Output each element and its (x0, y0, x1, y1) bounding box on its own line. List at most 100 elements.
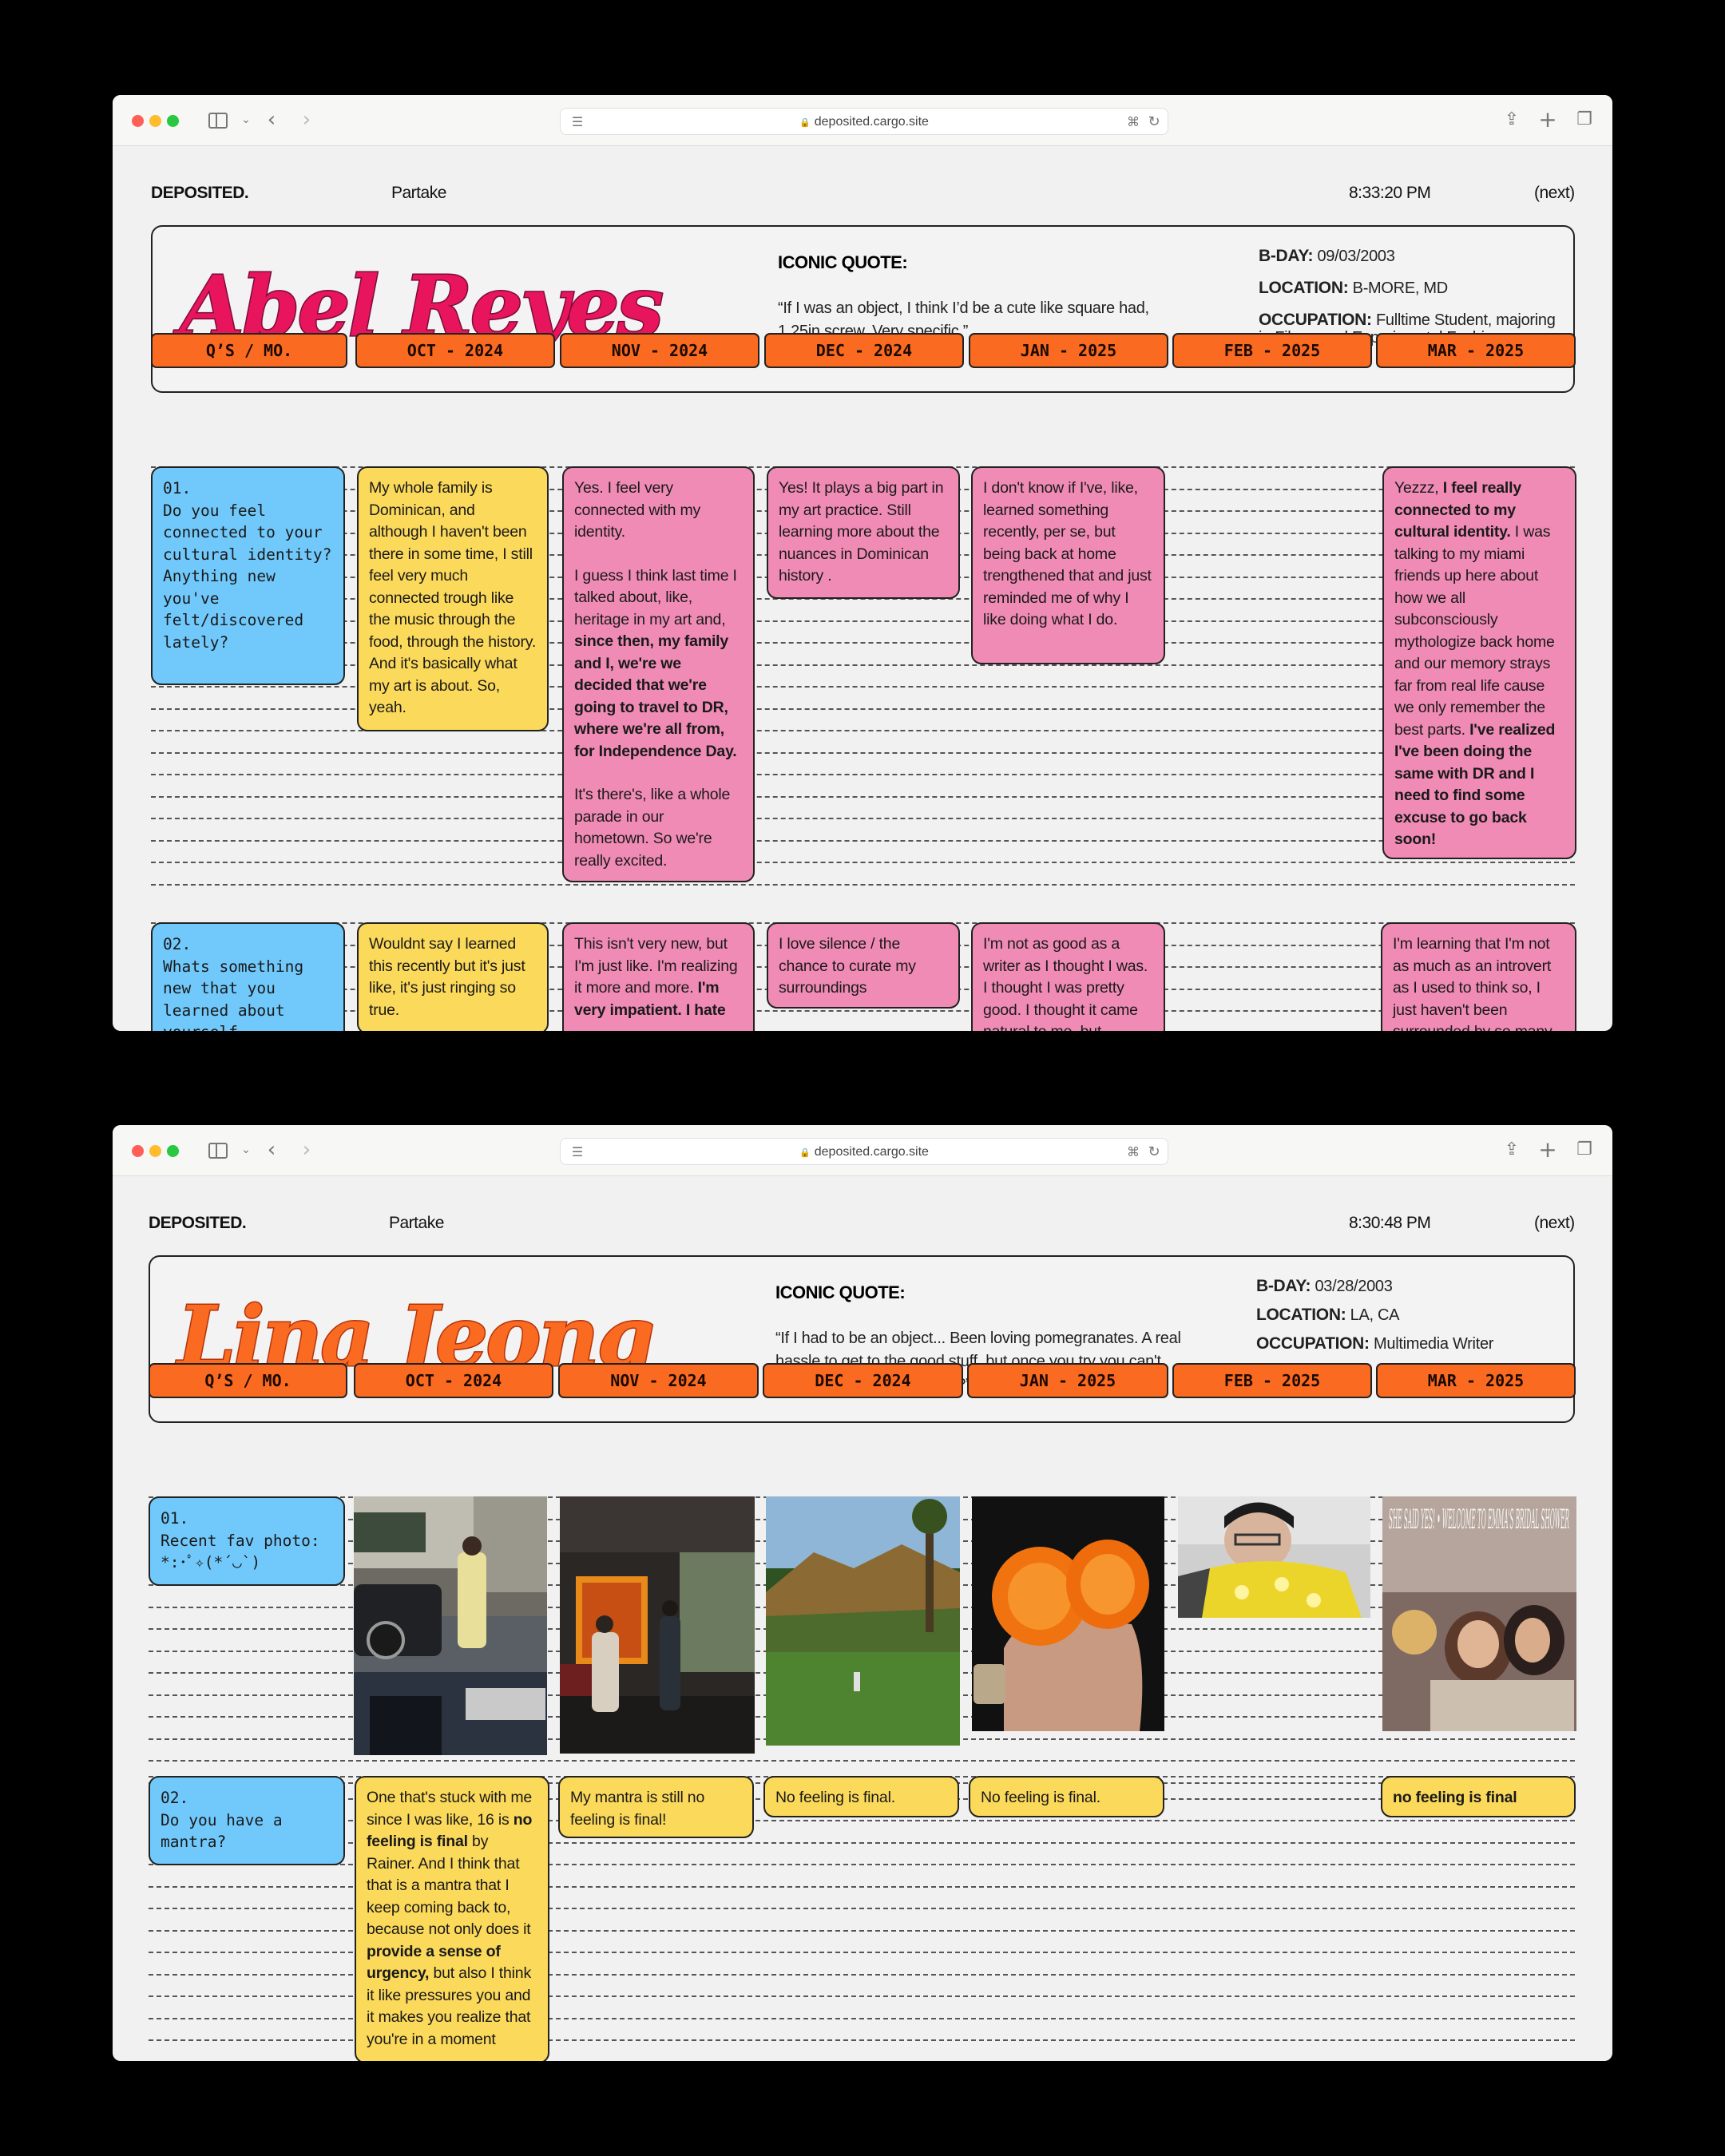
dashed-rule (151, 883, 1575, 886)
back-arrow-icon[interactable]: ‹ (258, 1137, 285, 1163)
occupation-label: OCCUPATION: (1259, 311, 1372, 329)
answer-nov-paragraph-3: It's there's, like a whole parade in our… (574, 786, 731, 870)
minimize-window-button[interactable] (149, 115, 161, 127)
forward-arrow-icon[interactable]: › (293, 107, 320, 133)
photo-mar-caption: SHE SAID YES! • WELCOME TO EMMA'S BRIDAL… (1389, 1504, 1569, 1536)
new-tab-icon[interactable]: + (1534, 1137, 1561, 1163)
dashed-rule (151, 839, 1575, 842)
month-header-questions: Q’S / MO. (149, 1363, 347, 1398)
dashed-rule (151, 795, 1575, 798)
answer-mar-text-2: I was talking to my miami friends up her… (1394, 523, 1555, 739)
question-card-02: 02. Do you have a mantra? (149, 1776, 345, 1865)
answer-card-oct: My whole family is Dominican, and althou… (357, 466, 549, 731)
close-window-button[interactable] (132, 115, 144, 127)
bday-value: 09/03/2003 (1317, 248, 1395, 265)
dashed-rule (151, 774, 1575, 775)
photo-dec-golf-course[interactable] (766, 1496, 960, 1746)
month-header-dec: DEC - 2024 (763, 1363, 963, 1398)
answer-card-mar: no feeling is final (1381, 1776, 1576, 1817)
minimize-window-button[interactable] (149, 1145, 161, 1157)
next-link[interactable]: (next) (1534, 184, 1575, 203)
browser-window-lina: ⌄ ‹ › ☰ deposited.cargo.site ⌘ ↻ ⇪ + ❐ D… (113, 1125, 1612, 2061)
chevron-down-icon[interactable]: ⌄ (232, 107, 260, 133)
occupation-label: OCCUPATION: (1256, 1334, 1370, 1353)
quote-label: ICONIC QUOTE: (775, 1282, 906, 1302)
dashed-rule (151, 862, 1575, 863)
answer-mar-text-1: Yezzz, (1394, 479, 1443, 497)
photo-feb-lemon-selfie[interactable] (1178, 1496, 1370, 1618)
address-bar[interactable]: ☰ deposited.cargo.site ⌘ ↻ (560, 108, 1168, 135)
share-icon[interactable]: ⇪ (1498, 107, 1525, 133)
site-logo[interactable]: DEPOSITED. (149, 1214, 247, 1233)
answer-nov-text: I guess I think last time I talked about… (574, 566, 737, 628)
browser-toolbar: ⌄ ‹ › ☰ deposited.cargo.site ⌘ ↻ ⇪ + ❐ (113, 1125, 1612, 1176)
answer-card-nov: Yes. I feel very connected with my ident… (562, 466, 755, 882)
question-card-02: 02. Whats something new that you learned… (151, 922, 345, 1031)
address-bar[interactable]: ☰ deposited.cargo.site ⌘ ↻ (560, 1138, 1168, 1165)
browser-toolbar: ⌄ ‹ › ☰ deposited.cargo.site ⌘ ↻ ⇪ + ❐ (113, 95, 1612, 146)
answer-nov-paragraph-1: Yes. I feel very connected with my ident… (574, 479, 701, 541)
reload-icon[interactable]: ↻ (1140, 1139, 1168, 1164)
nav-partake[interactable]: Partake (389, 1214, 444, 1233)
dashed-rule (151, 751, 1575, 754)
month-header-nov: NOV - 2024 (560, 333, 759, 368)
answer-card-dec-q2: I love silence / the chance to curate my… (767, 922, 960, 1009)
photo-nov-gallery[interactable] (560, 1496, 755, 1754)
location-value: B-MORE, MD (1352, 279, 1449, 297)
reload-icon[interactable]: ↻ (1140, 109, 1168, 134)
photo-oct-vintage-car[interactable] (354, 1496, 547, 1755)
answer-nov-highlight: since then, my family and I, we're we de… (574, 632, 737, 760)
month-header-jan: JAN - 2025 (969, 333, 1168, 368)
bday-label: B-DAY: (1259, 247, 1314, 265)
sidebar-toggle-icon[interactable] (208, 1143, 228, 1159)
answer-card-mar: Yezzz, I feel really connected to my cul… (1382, 466, 1576, 859)
tab-overview-icon[interactable]: ❐ (1571, 1137, 1598, 1163)
month-header-nov: NOV - 2024 (558, 1363, 759, 1398)
url-text: deposited.cargo.site (561, 109, 1168, 136)
site-logo[interactable]: DEPOSITED. (151, 184, 249, 203)
chevron-down-icon[interactable]: ⌄ (232, 1137, 260, 1163)
month-header-oct: OCT - 2024 (354, 1363, 553, 1398)
location-label: LOCATION: (1256, 1306, 1346, 1324)
month-header-mar: MAR - 2025 (1376, 333, 1576, 368)
sidebar-toggle-icon[interactable] (208, 113, 228, 129)
location-value: LA, CA (1350, 1306, 1400, 1324)
next-link[interactable]: (next) (1534, 1214, 1575, 1233)
tab-overview-icon[interactable]: ❐ (1571, 107, 1598, 133)
month-header-feb: FEB - 2025 (1172, 333, 1372, 368)
answer-card-oct: One that's stuck with me since I was lik… (355, 1776, 549, 2061)
clock: 8:30:48 PM (1349, 1214, 1431, 1232)
question-card-01: 01. Recent fav photo: *:･ﾟ✧(*´◡`) (149, 1496, 345, 1586)
photo-mar-party-mirror[interactable]: SHE SAID YES! • WELCOME TO EMMA'S BRIDAL… (1382, 1496, 1576, 1731)
close-window-button[interactable] (132, 1145, 144, 1157)
quote-label: ICONIC QUOTE: (778, 252, 908, 272)
answer-card-dec: Yes! It plays a big part in my art pract… (767, 466, 960, 599)
answer-card-nov: My mantra is still no feeling is final! (558, 1776, 754, 1838)
answer-card-dec: No feeling is final. (763, 1776, 959, 1817)
new-tab-icon[interactable]: + (1534, 107, 1561, 133)
month-header-oct: OCT - 2024 (355, 333, 555, 368)
occupation-value: Multimedia Writer (1374, 1335, 1494, 1353)
month-header-mar: MAR - 2025 (1376, 1363, 1576, 1398)
question-card-01: 01. Do you feel connected to your cultur… (151, 466, 345, 685)
photo-jan-persimmons[interactable] (972, 1496, 1164, 1731)
nav-partake[interactable]: Partake (391, 184, 446, 203)
forward-arrow-icon[interactable]: › (293, 1137, 320, 1163)
back-arrow-icon[interactable]: ‹ (258, 107, 285, 133)
zoom-window-button[interactable] (167, 1145, 179, 1157)
clock: 8:33:20 PM (1349, 184, 1431, 202)
month-header-dec: DEC - 2024 (764, 333, 964, 368)
answer-card-jan: I don't know if I've, like, learned some… (971, 466, 1165, 664)
month-header-questions: Q’S / MO. (151, 333, 347, 368)
dashed-rule (151, 818, 1575, 819)
answer-oct-text-1: One that's stuck with me since I was lik… (367, 1789, 533, 1829)
bday-label: B-DAY: (1256, 1277, 1311, 1295)
profile-facts: B-DAY: 03/28/2003 LOCATION: LA, CA OCCUP… (1256, 1278, 1568, 1361)
url-text: deposited.cargo.site (561, 1139, 1168, 1166)
answer-card-jan: No feeling is final. (969, 1776, 1164, 1817)
month-header-feb: FEB - 2025 (1172, 1363, 1372, 1398)
zoom-window-button[interactable] (167, 115, 179, 127)
share-icon[interactable]: ⇪ (1498, 1137, 1525, 1163)
answer-card-jan-q2: I'm not as good as a writer as I thought… (971, 922, 1165, 1031)
month-header-jan: JAN - 2025 (967, 1363, 1168, 1398)
